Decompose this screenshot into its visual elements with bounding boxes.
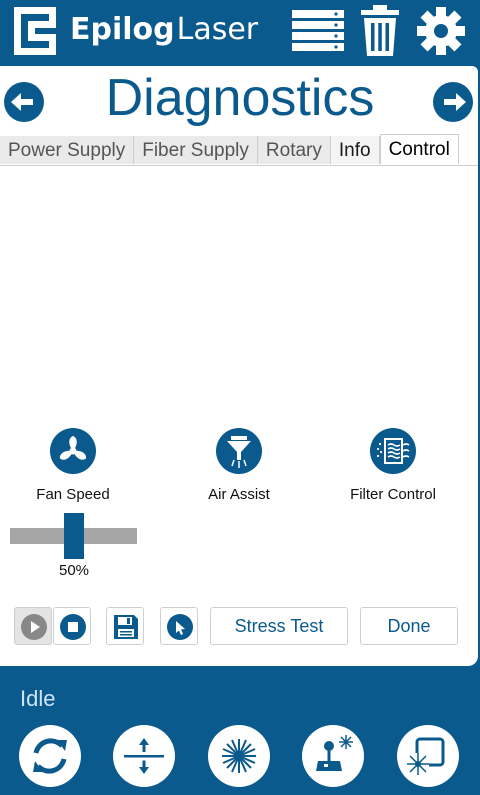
- play-button[interactable]: [14, 607, 52, 645]
- slider-thumb[interactable]: [64, 513, 84, 559]
- laser-icon: [222, 739, 256, 773]
- arrow-left-icon[interactable]: [4, 82, 44, 122]
- filter-control-label: Filter Control: [350, 486, 436, 503]
- air-assist-label: Air Assist: [208, 486, 270, 503]
- nozzle-icon[interactable]: [216, 428, 262, 474]
- save-icon: [114, 615, 138, 639]
- fan-speed-control[interactable]: Fan Speed: [23, 428, 123, 503]
- tab-control[interactable]: Control: [379, 134, 459, 164]
- refresh-icon: [33, 738, 67, 774]
- save-button[interactable]: [106, 607, 144, 645]
- brand-name: EpilogLaser: [70, 12, 258, 47]
- joystick-button[interactable]: [302, 725, 364, 787]
- refresh-button[interactable]: [19, 725, 81, 787]
- list-icon[interactable]: [292, 10, 344, 52]
- frame-button[interactable]: [397, 725, 459, 787]
- fan-speed-slider[interactable]: [10, 513, 137, 559]
- brand-bold: Epilog: [70, 12, 175, 47]
- stress-test-button[interactable]: Stress Test: [210, 607, 348, 645]
- air-assist-control[interactable]: Air Assist: [189, 428, 289, 503]
- tab-bar: Power Supply Fiber Supply Rotary Info Co…: [0, 134, 478, 166]
- top-bar: EpilogLaser: [0, 0, 480, 66]
- frame-icon: [407, 737, 445, 775]
- arrow-right-icon[interactable]: [433, 82, 473, 122]
- tab-power-supply[interactable]: Power Supply: [0, 136, 135, 164]
- pointer-icon: [167, 614, 193, 640]
- brand-light: Laser: [176, 12, 259, 47]
- joystick-icon: [316, 735, 353, 771]
- focus-button[interactable]: [113, 725, 175, 787]
- fan-speed-label: Fan Speed: [36, 486, 110, 503]
- fan-speed-value: 50%: [58, 562, 90, 579]
- tab-fiber-supply[interactable]: Fiber Supply: [134, 136, 258, 164]
- play-icon: [21, 614, 47, 640]
- pointer-button[interactable]: [160, 607, 198, 645]
- done-button[interactable]: Done: [360, 607, 458, 645]
- gear-icon[interactable]: [416, 6, 466, 56]
- filter-icon[interactable]: [370, 428, 416, 474]
- trash-icon[interactable]: [360, 5, 400, 57]
- tab-rotary[interactable]: Rotary: [257, 136, 331, 164]
- filter-control[interactable]: Filter Control: [338, 428, 448, 503]
- epilog-logo-icon: [14, 7, 56, 55]
- stop-button[interactable]: [53, 607, 91, 645]
- tab-info[interactable]: Info: [330, 136, 380, 164]
- status-text: Idle: [20, 686, 56, 711]
- fan-icon[interactable]: [50, 428, 96, 474]
- main-panel: Diagnostics Power Supply Fiber Supply Ro…: [0, 66, 478, 666]
- stop-icon: [60, 614, 86, 640]
- laser-button[interactable]: [208, 725, 270, 787]
- focus-icon: [124, 738, 164, 774]
- page-title: Diagnostics: [105, 69, 375, 127]
